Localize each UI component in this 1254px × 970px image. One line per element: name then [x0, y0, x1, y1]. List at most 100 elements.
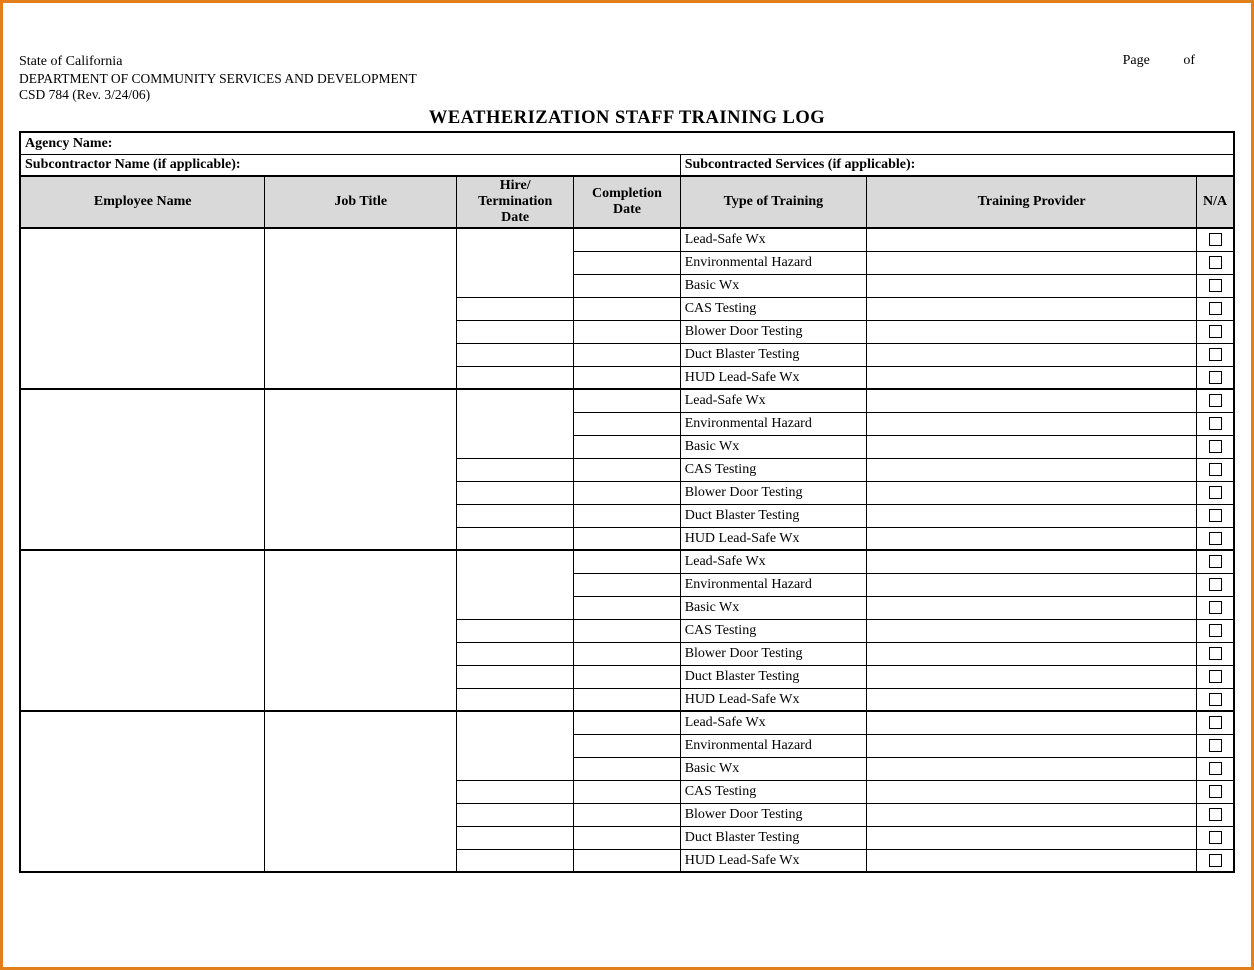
hire-termination-cell[interactable] — [457, 481, 574, 504]
checkbox-icon[interactable] — [1209, 417, 1222, 430]
completion-date-cell[interactable] — [574, 826, 680, 849]
completion-date-cell[interactable] — [574, 274, 680, 297]
training-provider-cell[interactable] — [867, 504, 1197, 527]
hire-termination-cell[interactable] — [457, 711, 574, 780]
training-provider-cell[interactable] — [867, 297, 1197, 320]
employee-name-cell[interactable] — [20, 711, 265, 872]
hire-termination-cell[interactable] — [457, 619, 574, 642]
training-provider-cell[interactable] — [867, 803, 1197, 826]
completion-date-cell[interactable] — [574, 251, 680, 274]
hire-termination-cell[interactable] — [457, 297, 574, 320]
na-cell[interactable] — [1197, 780, 1234, 803]
na-cell[interactable] — [1197, 734, 1234, 757]
hire-termination-cell[interactable] — [457, 550, 574, 619]
na-cell[interactable] — [1197, 435, 1234, 458]
completion-date-cell[interactable] — [574, 228, 680, 251]
completion-date-cell[interactable] — [574, 481, 680, 504]
completion-date-cell[interactable] — [574, 320, 680, 343]
na-cell[interactable] — [1197, 389, 1234, 412]
training-provider-cell[interactable] — [867, 849, 1197, 872]
employee-name-cell[interactable] — [20, 550, 265, 711]
na-cell[interactable] — [1197, 366, 1234, 389]
training-provider-cell[interactable] — [867, 688, 1197, 711]
checkbox-icon[interactable] — [1209, 624, 1222, 637]
training-provider-cell[interactable] — [867, 366, 1197, 389]
checkbox-icon[interactable] — [1209, 233, 1222, 246]
na-cell[interactable] — [1197, 573, 1234, 596]
na-cell[interactable] — [1197, 251, 1234, 274]
employee-name-cell[interactable] — [20, 389, 265, 550]
training-provider-cell[interactable] — [867, 619, 1197, 642]
training-provider-cell[interactable] — [867, 642, 1197, 665]
checkbox-icon[interactable] — [1209, 578, 1222, 591]
checkbox-icon[interactable] — [1209, 854, 1222, 867]
checkbox-icon[interactable] — [1209, 647, 1222, 660]
completion-date-cell[interactable] — [574, 734, 680, 757]
checkbox-icon[interactable] — [1209, 440, 1222, 453]
training-provider-cell[interactable] — [867, 412, 1197, 435]
completion-date-cell[interactable] — [574, 849, 680, 872]
checkbox-icon[interactable] — [1209, 256, 1222, 269]
hire-termination-cell[interactable] — [457, 320, 574, 343]
hire-termination-cell[interactable] — [457, 228, 574, 297]
na-cell[interactable] — [1197, 642, 1234, 665]
hire-termination-cell[interactable] — [457, 826, 574, 849]
completion-date-cell[interactable] — [574, 596, 680, 619]
na-cell[interactable] — [1197, 297, 1234, 320]
training-provider-cell[interactable] — [867, 780, 1197, 803]
na-cell[interactable] — [1197, 665, 1234, 688]
na-cell[interactable] — [1197, 688, 1234, 711]
completion-date-cell[interactable] — [574, 642, 680, 665]
na-cell[interactable] — [1197, 343, 1234, 366]
na-cell[interactable] — [1197, 757, 1234, 780]
training-provider-cell[interactable] — [867, 228, 1197, 251]
subcontractor-name-field[interactable]: Subcontractor Name (if applicable): — [20, 154, 680, 176]
na-cell[interactable] — [1197, 504, 1234, 527]
job-title-cell[interactable] — [265, 389, 457, 550]
completion-date-cell[interactable] — [574, 458, 680, 481]
training-provider-cell[interactable] — [867, 826, 1197, 849]
checkbox-icon[interactable] — [1209, 302, 1222, 315]
na-cell[interactable] — [1197, 274, 1234, 297]
training-provider-cell[interactable] — [867, 550, 1197, 573]
completion-date-cell[interactable] — [574, 573, 680, 596]
agency-name-field[interactable]: Agency Name: — [20, 132, 1234, 154]
na-cell[interactable] — [1197, 527, 1234, 550]
completion-date-cell[interactable] — [574, 366, 680, 389]
checkbox-icon[interactable] — [1209, 808, 1222, 821]
completion-date-cell[interactable] — [574, 803, 680, 826]
training-provider-cell[interactable] — [867, 711, 1197, 734]
checkbox-icon[interactable] — [1209, 371, 1222, 384]
hire-termination-cell[interactable] — [457, 366, 574, 389]
training-provider-cell[interactable] — [867, 665, 1197, 688]
completion-date-cell[interactable] — [574, 757, 680, 780]
na-cell[interactable] — [1197, 711, 1234, 734]
checkbox-icon[interactable] — [1209, 831, 1222, 844]
checkbox-icon[interactable] — [1209, 601, 1222, 614]
checkbox-icon[interactable] — [1209, 716, 1222, 729]
employee-name-cell[interactable] — [20, 228, 265, 389]
checkbox-icon[interactable] — [1209, 785, 1222, 798]
checkbox-icon[interactable] — [1209, 509, 1222, 522]
na-cell[interactable] — [1197, 412, 1234, 435]
checkbox-icon[interactable] — [1209, 532, 1222, 545]
checkbox-icon[interactable] — [1209, 762, 1222, 775]
completion-date-cell[interactable] — [574, 297, 680, 320]
training-provider-cell[interactable] — [867, 458, 1197, 481]
hire-termination-cell[interactable] — [457, 803, 574, 826]
na-cell[interactable] — [1197, 826, 1234, 849]
checkbox-icon[interactable] — [1209, 279, 1222, 292]
checkbox-icon[interactable] — [1209, 739, 1222, 752]
checkbox-icon[interactable] — [1209, 348, 1222, 361]
completion-date-cell[interactable] — [574, 527, 680, 550]
hire-termination-cell[interactable] — [457, 780, 574, 803]
hire-termination-cell[interactable] — [457, 642, 574, 665]
na-cell[interactable] — [1197, 228, 1234, 251]
na-cell[interactable] — [1197, 849, 1234, 872]
checkbox-icon[interactable] — [1209, 394, 1222, 407]
training-provider-cell[interactable] — [867, 734, 1197, 757]
training-provider-cell[interactable] — [867, 596, 1197, 619]
hire-termination-cell[interactable] — [457, 665, 574, 688]
completion-date-cell[interactable] — [574, 780, 680, 803]
completion-date-cell[interactable] — [574, 389, 680, 412]
